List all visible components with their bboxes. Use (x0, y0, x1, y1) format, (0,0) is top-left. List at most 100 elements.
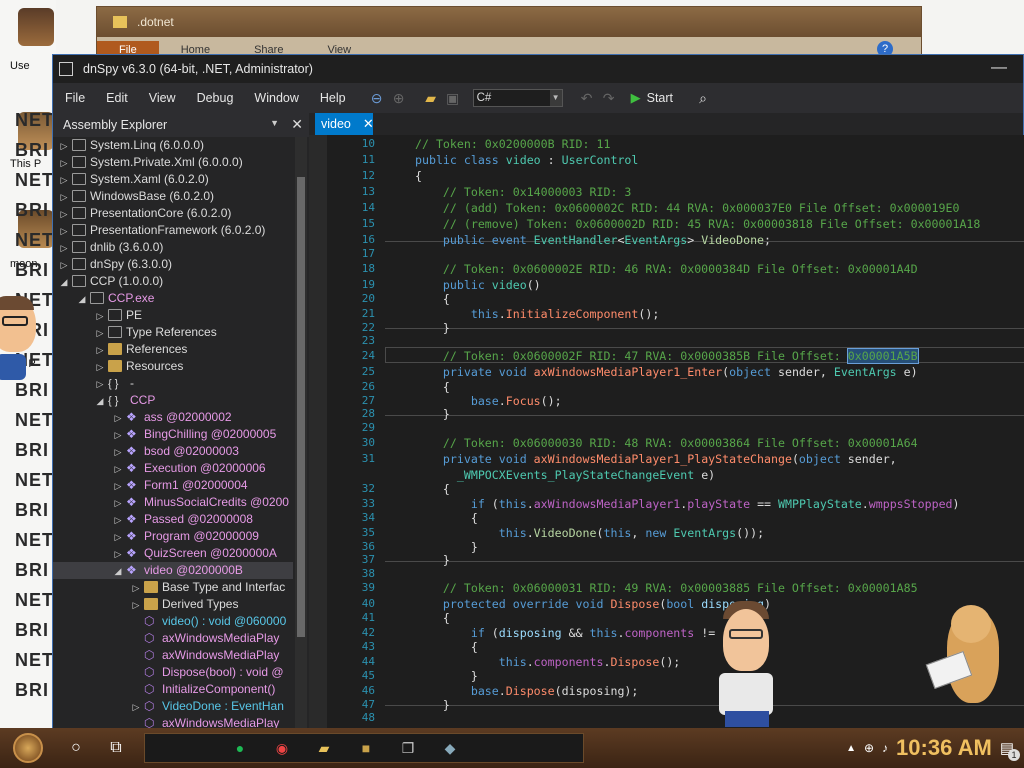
code-line[interactable]: _WMPOCXEvents_PlayStateChangeEvent e) (415, 468, 715, 482)
tree-item[interactable]: ▷ ❖ Passed @02000008 (53, 511, 293, 528)
code-line[interactable]: // (add) Token: 0x0600002C RID: 44 RVA: … (415, 201, 960, 215)
search-icon[interactable]: ⌕ (693, 88, 713, 108)
tree-item[interactable]: ▷ Resources (53, 358, 293, 375)
tree-item[interactable]: ▷ ❖ bsod @02000003 (53, 443, 293, 460)
volume-icon[interactable]: ♪ (882, 741, 888, 755)
minimize-button[interactable]: — (991, 59, 1007, 77)
menu-view[interactable]: View (149, 91, 176, 105)
clock[interactable]: 10:36 AM (896, 735, 992, 761)
save-icon[interactable]: ▣ (443, 88, 463, 108)
tree-item[interactable]: ▷ ❖ Execution @02000006 (53, 460, 293, 477)
expand-icon[interactable]: ▷ (59, 138, 69, 155)
expand-icon[interactable]: ▷ (95, 325, 105, 342)
code-line[interactable]: this.components.Dispose(); (415, 655, 681, 669)
collapse-icon[interactable]: ◢ (77, 291, 87, 308)
code-line[interactable]: { (415, 611, 450, 625)
code-line[interactable]: } (415, 698, 450, 712)
undo-icon[interactable]: ↶ (577, 88, 597, 108)
game-app-icon[interactable]: ■ (347, 733, 385, 763)
back-icon[interactable]: ⊖ (367, 88, 387, 108)
menu-window[interactable]: Window (254, 91, 298, 105)
menu-help[interactable]: Help (320, 91, 346, 105)
code-line[interactable]: } (415, 669, 478, 683)
collapse-icon[interactable]: ◢ (59, 274, 69, 291)
tree-item[interactable]: ◢{ } CCP (53, 392, 293, 409)
expand-icon[interactable]: ▷ (113, 410, 123, 427)
code-line[interactable]: private void axWindowsMediaPlayer1_PlayS… (415, 452, 897, 466)
expand-icon[interactable]: ▷ (59, 240, 69, 257)
tree-item[interactable]: ◢ CCP.exe (53, 290, 293, 307)
code-line[interactable]: // Token: 0x06000031 RID: 49 RVA: 0x0000… (415, 581, 918, 595)
code-line[interactable]: } (415, 540, 478, 554)
menu-debug[interactable]: Debug (197, 91, 234, 105)
expand-icon[interactable]: ▷ (95, 376, 105, 393)
collapse-icon[interactable]: ◢ (95, 393, 105, 410)
tree-item[interactable]: ⬡ axWindowsMediaPlay (53, 647, 293, 664)
expand-icon[interactable]: ▷ (113, 495, 123, 512)
tree-item[interactable]: ▷ System.Xaml (6.0.2.0) (53, 171, 293, 188)
file-explorer-icon[interactable]: ▰ (305, 733, 343, 763)
expand-icon[interactable]: ▷ (59, 223, 69, 240)
code-editor[interactable]: 10 // Token: 0x0200000B RID: 11 11 public c… (309, 135, 1024, 731)
expand-icon[interactable]: ▷ (113, 546, 123, 563)
code-line[interactable]: if (this.axWindowsMediaPlayer1.playState… (415, 497, 960, 511)
tree-item[interactable]: ▷ ❖ MinusSocialCredits @0200 (53, 494, 293, 511)
tree-item[interactable]: ▷ dnSpy (6.3.0.0) (53, 256, 293, 273)
code-line[interactable]: } (415, 553, 450, 567)
code-line[interactable]: public class video : UserControl (415, 153, 638, 167)
tree-scrollbar[interactable] (295, 137, 307, 731)
title-bar[interactable]: dnSpy v6.3.0 (64-bit, .NET, Administrato… (53, 55, 1023, 83)
redo-icon[interactable]: ↷ (599, 88, 619, 108)
expand-icon[interactable]: ▷ (59, 206, 69, 223)
expand-icon[interactable]: ▷ (59, 155, 69, 172)
tree-item[interactable]: ▷ ⬡ VideoDone : EventHan (53, 698, 293, 715)
collapse-icon[interactable]: ◢ (113, 563, 123, 580)
code-line[interactable]: // Token: 0x0200000B RID: 11 (415, 137, 610, 151)
expand-icon[interactable]: ▷ (131, 580, 141, 597)
background-file-explorer[interactable]: .dotnet File Home Share View ? (96, 6, 922, 59)
code-line[interactable]: // Token: 0x0600002E RID: 46 RVA: 0x0000… (415, 262, 918, 276)
tree-item[interactable]: ▷ System.Linq (6.0.0.0) (53, 137, 293, 154)
tree-item[interactable]: ⬡ video() : void @060000 (53, 613, 293, 630)
code-line[interactable]: { (415, 169, 422, 183)
tree-item[interactable]: ▷ WindowsBase (6.0.2.0) (53, 188, 293, 205)
code-line[interactable]: { (415, 380, 450, 394)
expand-icon[interactable]: ▷ (131, 699, 141, 716)
open-icon[interactable]: ▰ (421, 88, 441, 108)
code-line[interactable]: public video() (415, 278, 541, 292)
start-menu-button[interactable] (0, 728, 56, 768)
network-icon[interactable]: ⊕ (864, 741, 874, 755)
expand-icon[interactable]: ▷ (113, 529, 123, 546)
code-line[interactable]: base.Dispose(disposing); (415, 684, 639, 698)
tree-item[interactable]: ▷ System.Private.Xml (6.0.0.0) (53, 154, 293, 171)
expand-icon[interactable]: ▷ (59, 257, 69, 274)
close-icon[interactable]: ✕ (291, 116, 303, 133)
expand-icon[interactable]: ▷ (131, 597, 141, 614)
code-line[interactable]: this.InitializeComponent(); (415, 307, 659, 321)
spotify-icon[interactable]: ● (221, 733, 259, 763)
menu-file[interactable]: File (65, 91, 85, 105)
tree-item[interactable]: ⬡ Dispose(bool) : void @ (53, 664, 293, 681)
expand-icon[interactable]: ▷ (95, 342, 105, 359)
code-line[interactable]: { (415, 292, 450, 306)
tree-item[interactable]: ⬡ InitializeComponent() (53, 681, 293, 698)
chevron-up-icon[interactable]: ▲ (846, 743, 856, 754)
tree-item[interactable]: ◢ ❖ video @0200000B (53, 562, 293, 579)
code-line[interactable]: { (415, 482, 450, 496)
chrome-icon[interactable]: ◉ (263, 733, 301, 763)
code-line[interactable]: } (415, 407, 450, 421)
code-line[interactable]: if (disposing && this.components != (415, 626, 715, 640)
code-line[interactable]: // Token: 0x06000030 RID: 48 RVA: 0x0000… (415, 436, 918, 450)
tree-item[interactable]: ▷ Type References (53, 324, 293, 341)
expand-icon[interactable]: ▷ (59, 172, 69, 189)
notification-icon[interactable]: ▤ 1 (1000, 739, 1020, 761)
expand-icon[interactable]: ▷ (59, 189, 69, 206)
close-tab-icon[interactable]: ✕ (363, 116, 374, 132)
windows-icon[interactable]: ❐ (389, 733, 427, 763)
dnspy-taskbar-icon[interactable]: ◆ (431, 733, 469, 763)
start-button[interactable]: ▶ Start (631, 90, 673, 106)
tree-item[interactable]: ◢ CCP (1.0.0.0) (53, 273, 293, 290)
tree-item[interactable]: ▷ References (53, 341, 293, 358)
expand-icon[interactable]: ▷ (113, 461, 123, 478)
tree-item[interactable]: ⬡ axWindowsMediaPlay (53, 630, 293, 647)
